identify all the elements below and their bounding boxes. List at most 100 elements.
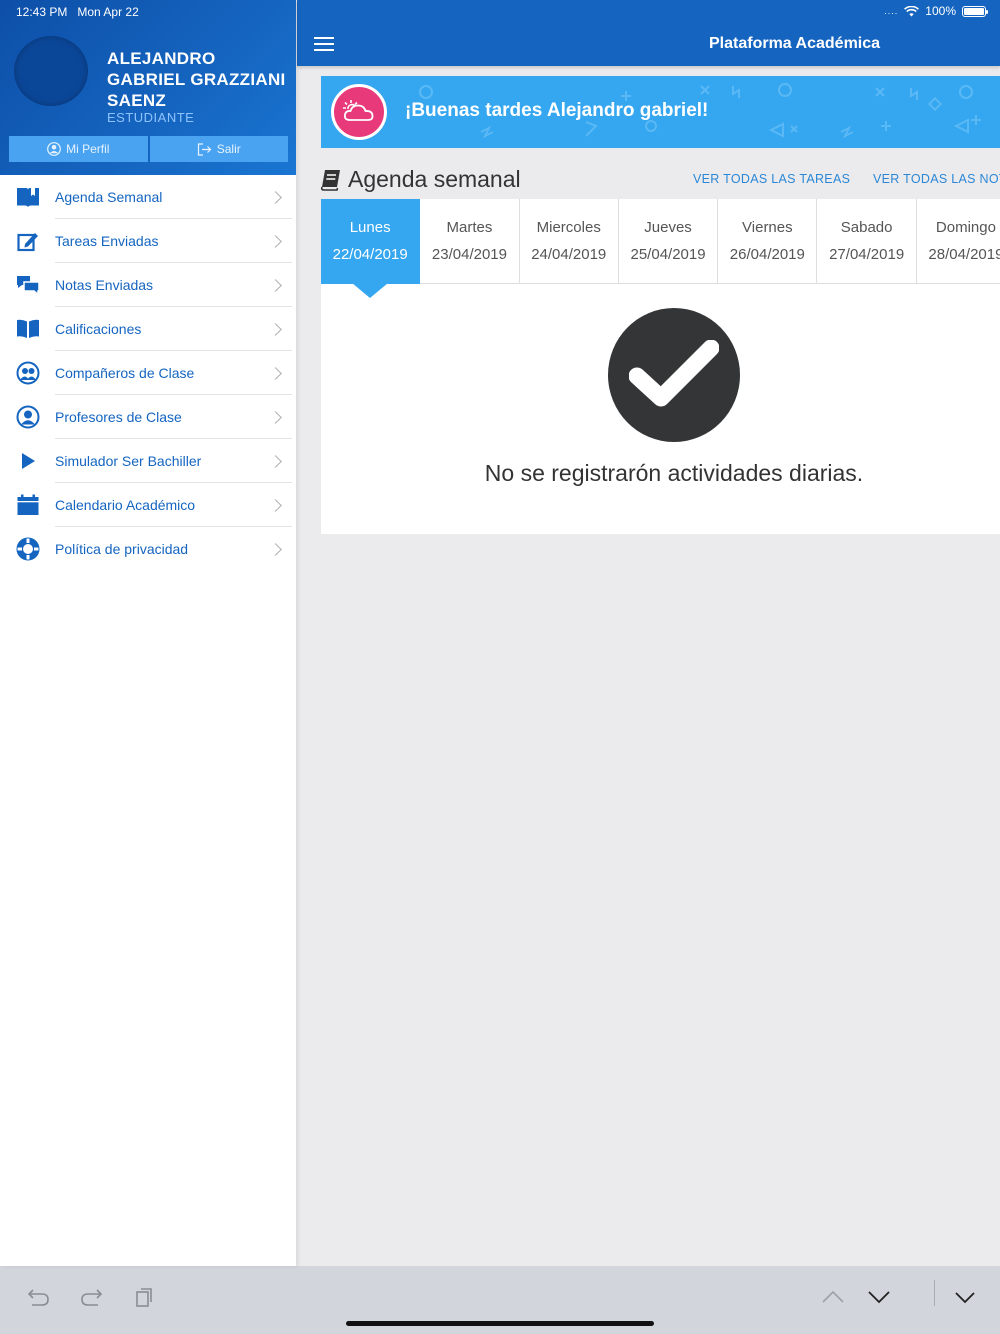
status-indicators: .... 100% bbox=[884, 4, 988, 18]
open-book-icon bbox=[15, 316, 41, 342]
clipboard-icon[interactable] bbox=[129, 1282, 159, 1312]
day-name: Lunes bbox=[349, 219, 391, 236]
status-time: 12:43 PM Mon Apr 22 bbox=[16, 5, 139, 19]
day-date: 26/04/2019 bbox=[729, 246, 805, 263]
day-date: 28/04/2019 bbox=[928, 246, 1000, 263]
sidebar: ALEJANDRO GABRIEL GRAZZIANI SAENZ ESTUDI… bbox=[0, 0, 296, 1266]
chevron-right-icon bbox=[269, 454, 282, 468]
tab-jueves[interactable]: Jueves 25/04/2019 bbox=[618, 199, 719, 284]
sidebar-item-label: Profesores de Clase bbox=[55, 409, 182, 425]
view-all-tasks-link[interactable]: VER TODAS LAS TAREAS bbox=[693, 172, 850, 186]
chevron-up-icon[interactable] bbox=[818, 1282, 848, 1312]
sidebar-item-label: Compañeros de Clase bbox=[55, 365, 195, 381]
chevron-right-icon bbox=[269, 278, 282, 292]
battery-percent: 100% bbox=[925, 4, 956, 18]
lifebuoy-icon bbox=[15, 536, 41, 562]
redo-icon[interactable] bbox=[76, 1282, 106, 1312]
greeting-text: ¡Buenas tardes Alejandro gabriel! bbox=[405, 100, 709, 121]
user-circle-icon bbox=[47, 142, 61, 156]
logout-label: Salir bbox=[216, 142, 241, 156]
sidebar-item-label: Simulador Ser Bachiller bbox=[55, 453, 202, 469]
sidebar-item-calificaciones[interactable]: Calificaciones bbox=[0, 307, 296, 351]
view-all-notes-link[interactable]: VER TODAS LAS NOTAS bbox=[873, 172, 1000, 186]
hamburger-menu-icon[interactable] bbox=[314, 37, 334, 51]
sidebar-item-profesores[interactable]: Profesores de Clase bbox=[0, 395, 296, 439]
tab-miercoles[interactable]: Miercoles 24/04/2019 bbox=[519, 199, 619, 284]
dismiss-keyboard-icon[interactable] bbox=[950, 1282, 980, 1312]
status-bar: 12:43 PM Mon Apr 22 .... 100% bbox=[0, 0, 1000, 22]
chat-bubbles-icon bbox=[15, 272, 41, 298]
chevron-right-icon bbox=[269, 234, 282, 248]
day-name: Viernes bbox=[742, 219, 793, 236]
my-profile-button[interactable]: Mi Perfil bbox=[9, 136, 148, 162]
book-icon bbox=[321, 169, 340, 191]
sidebar-item-simulador[interactable]: Simulador Ser Bachiller bbox=[0, 439, 296, 483]
day-name: Sabado bbox=[840, 219, 893, 236]
day-name: Martes bbox=[446, 219, 493, 236]
profile-header: ALEJANDRO GABRIEL GRAZZIANI SAENZ ESTUDI… bbox=[0, 0, 296, 175]
signal-dots-icon: .... bbox=[884, 6, 899, 16]
empty-state-message: No se registrarón actividades diarias. bbox=[484, 460, 864, 486]
weather-cloud-sun-icon bbox=[331, 84, 387, 140]
day-name: Miercoles bbox=[536, 219, 601, 236]
agenda-book-icon bbox=[15, 184, 41, 210]
chevron-right-icon bbox=[269, 366, 282, 380]
logout-button[interactable]: Salir bbox=[147, 136, 288, 162]
sidebar-item-agenda-semanal[interactable]: Agenda Semanal bbox=[0, 175, 296, 219]
sidebar-item-label: Tareas Enviadas bbox=[55, 233, 159, 249]
chevron-right-icon bbox=[269, 410, 282, 424]
tab-sabado[interactable]: Sabado 27/04/2019 bbox=[817, 199, 917, 284]
chevron-right-icon bbox=[269, 190, 282, 204]
tab-domingo[interactable]: Domingo 28/04/2019 bbox=[916, 199, 1000, 284]
avatar[interactable] bbox=[14, 36, 88, 106]
chevron-right-icon bbox=[269, 322, 282, 336]
tab-martes[interactable]: Martes 23/04/2019 bbox=[420, 199, 520, 284]
my-profile-label: Mi Perfil bbox=[66, 142, 110, 156]
sidebar-item-notas-enviadas[interactable]: Notas Enviadas bbox=[0, 263, 296, 307]
home-indicator[interactable] bbox=[346, 1321, 654, 1326]
wifi-icon bbox=[904, 5, 920, 16]
calendar-icon bbox=[15, 492, 41, 518]
tab-viernes[interactable]: Viernes 26/04/2019 bbox=[718, 199, 818, 284]
day-name: Domingo bbox=[935, 219, 996, 236]
chevron-right-icon bbox=[269, 542, 282, 556]
sidebar-item-privacidad[interactable]: Política de privacidad bbox=[0, 527, 296, 571]
agenda-content: No se registrarón actividades diarias. bbox=[321, 284, 1000, 534]
sidebar-item-label: Calendario Académico bbox=[55, 497, 196, 513]
user-name: ALEJANDRO GABRIEL GRAZZIANI SAENZ bbox=[107, 49, 286, 110]
toolbar-divider bbox=[934, 1280, 935, 1306]
play-icon bbox=[15, 448, 41, 474]
day-date: 24/04/2019 bbox=[531, 246, 607, 263]
chevron-right-icon bbox=[269, 498, 282, 512]
sidebar-menu: Agenda Semanal Tareas Enviadas Notas Env… bbox=[0, 175, 296, 571]
users-icon bbox=[15, 360, 41, 386]
agenda-title: Agenda semanal bbox=[321, 166, 521, 193]
sidebar-item-label: Política de privacidad bbox=[55, 541, 189, 557]
sidebar-item-calendario[interactable]: Calendario Académico bbox=[0, 483, 296, 527]
user-icon bbox=[15, 404, 41, 430]
edit-icon bbox=[15, 228, 41, 254]
bottom-toolbar bbox=[0, 1266, 1000, 1334]
sidebar-item-label: Calificaciones bbox=[55, 321, 142, 337]
user-role: ESTUDIANTE bbox=[107, 110, 195, 125]
profile-actions: Mi Perfil Salir bbox=[9, 136, 288, 162]
day-date: 25/04/2019 bbox=[630, 246, 706, 263]
chevron-down-icon[interactable] bbox=[864, 1282, 894, 1312]
greeting-banner: ¡Buenas tardes Alejandro gabriel! bbox=[321, 76, 1000, 148]
checkmark-icon bbox=[608, 308, 740, 442]
day-date: 27/04/2019 bbox=[829, 246, 905, 263]
tab-lunes[interactable]: Lunes 22/04/2019 bbox=[321, 199, 421, 284]
sidebar-item-tareas-enviadas[interactable]: Tareas Enviadas bbox=[0, 219, 296, 263]
sidebar-item-label: Notas Enviadas bbox=[55, 277, 154, 293]
day-tabs: Lunes 22/04/2019 Martes 23/04/2019 Mierc… bbox=[321, 199, 1000, 284]
active-tab-pointer bbox=[352, 283, 388, 298]
logout-icon bbox=[197, 142, 212, 156]
day-date: 23/04/2019 bbox=[431, 246, 507, 263]
agenda-header: Agenda semanal VER TODAS LAS TAREAS VER … bbox=[321, 164, 1000, 194]
battery-icon bbox=[962, 5, 988, 17]
sidebar-item-companeros[interactable]: Compañeros de Clase bbox=[0, 351, 296, 395]
sidebar-item-label: Agenda Semanal bbox=[55, 189, 163, 205]
day-date: 22/04/2019 bbox=[332, 246, 408, 263]
undo-icon[interactable] bbox=[24, 1282, 54, 1312]
day-name: Jueves bbox=[644, 219, 692, 236]
